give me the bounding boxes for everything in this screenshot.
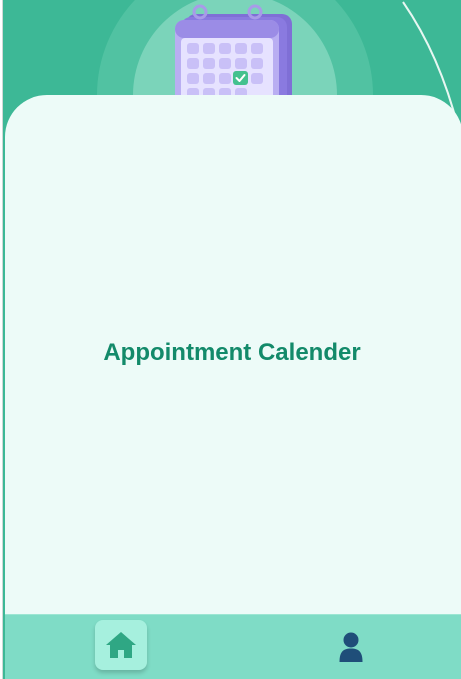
home-icon (106, 632, 136, 658)
page-title: Appointment Calender (103, 339, 361, 366)
app-screen: Appointment Calender (2, 0, 461, 679)
nav-profile-button[interactable] (325, 625, 377, 669)
nav-home-button[interactable] (95, 620, 147, 670)
user-icon (339, 632, 363, 662)
bottom-navigation (5, 614, 461, 679)
